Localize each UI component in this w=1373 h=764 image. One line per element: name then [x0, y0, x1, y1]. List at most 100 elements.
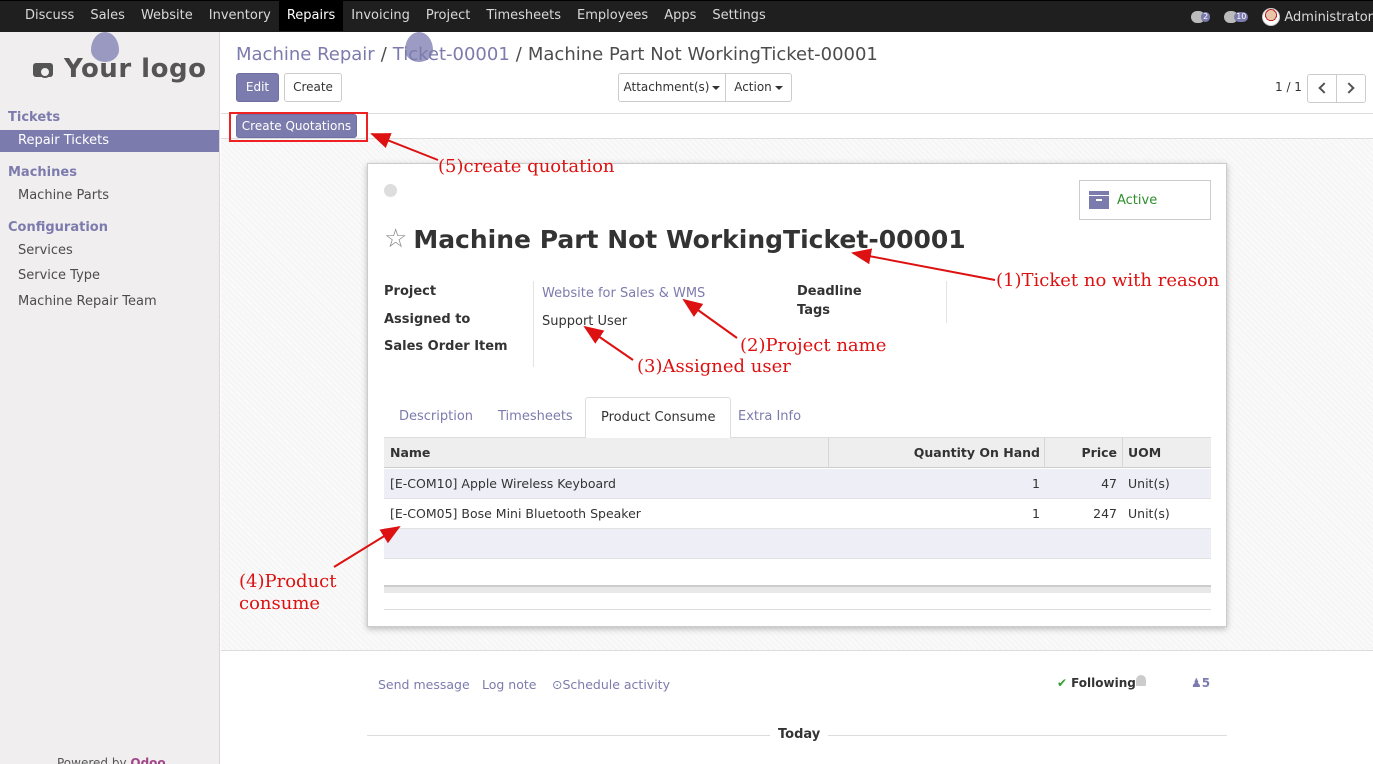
- project-label: Project: [384, 284, 437, 299]
- activity-badge: 2: [1201, 12, 1211, 22]
- star-icon[interactable]: ☆: [384, 224, 407, 254]
- chevron-down-icon: [712, 85, 721, 90]
- following-button[interactable]: ✔ Following: [1057, 676, 1136, 690]
- powered-by-text: Powered by: [57, 756, 127, 764]
- sidebar-item-repair-tickets[interactable]: Repair Tickets: [0, 130, 219, 152]
- bell-icon[interactable]: [1136, 675, 1146, 686]
- annotation-assigned-user: (3)Assigned user: [637, 356, 791, 377]
- powered-by: Powered by Odoo: [57, 756, 166, 764]
- project-field[interactable]: Website for Sales & WMS: [542, 286, 705, 301]
- message-badge: 10: [1234, 12, 1249, 22]
- assigned-to-field[interactable]: Support User: [542, 314, 627, 329]
- kanban-state-icon[interactable]: [384, 184, 397, 197]
- user-avatar[interactable]: [1262, 8, 1281, 26]
- tab-extra-info[interactable]: Extra Info: [723, 397, 816, 438]
- breadcrumb-current: Machine Part Not WorkingTicket-00001: [527, 44, 878, 65]
- column-price[interactable]: Price: [1082, 438, 1118, 468]
- sheet-divider: [384, 609, 1211, 610]
- check-icon: ✔: [1057, 676, 1068, 690]
- column-quantity-on-hand[interactable]: Quantity On Hand: [914, 438, 1040, 468]
- menu-project[interactable]: Project: [418, 1, 478, 31]
- cell-uom: Unit(s): [1128, 476, 1170, 491]
- ticket-name: Machine Part Not WorkingTicket-00001: [413, 224, 966, 254]
- tags-label: Tags: [797, 303, 831, 318]
- chatter-divider: [221, 650, 1373, 651]
- column-uom[interactable]: UOM: [1128, 438, 1161, 468]
- sidebar-item-machine-repair-team[interactable]: Machine Repair Team: [0, 291, 219, 313]
- menu-inventory[interactable]: Inventory: [201, 1, 279, 31]
- column-divider: [1044, 438, 1045, 468]
- followers-count: 5: [1201, 676, 1211, 690]
- user-menu[interactable]: Administrator: [1284, 10, 1373, 25]
- menu-website[interactable]: Website: [133, 1, 201, 31]
- highlight-box: [229, 112, 368, 142]
- active-toggle-button[interactable]: Active: [1079, 180, 1211, 220]
- log-note-button[interactable]: Log note: [482, 677, 536, 692]
- record-title: ☆ Machine Part Not WorkingTicket-00001: [384, 224, 966, 254]
- company-logo[interactable]: Your logo: [30, 54, 206, 84]
- archive-icon: [1089, 191, 1109, 209]
- action-label: Action: [734, 80, 772, 94]
- menu-sales[interactable]: Sales: [82, 1, 133, 31]
- sidebar-item-machine-parts[interactable]: Machine Parts: [0, 185, 219, 207]
- tab-description[interactable]: Description: [384, 397, 488, 438]
- cell-name: [E-COM10] Apple Wireless Keyboard: [390, 476, 616, 491]
- pager-previous-button[interactable]: [1307, 74, 1337, 103]
- active-label: Active: [1117, 193, 1158, 208]
- schedule-activity-button[interactable]: ⊙Schedule activity: [552, 677, 670, 692]
- cell-quantity: 1: [1032, 506, 1040, 521]
- cell-quantity: 1: [1032, 476, 1040, 491]
- schedule-activity-label: Schedule activity: [562, 677, 670, 692]
- menu-repairs[interactable]: Repairs: [278, 1, 344, 31]
- table-row[interactable]: [E-COM05] Bose Mini Bluetooth Speaker 1 …: [384, 499, 1211, 529]
- attachments-dropdown[interactable]: Attachment(s): [618, 73, 726, 102]
- systray: 2 10 Administrator: [1191, 1, 1373, 33]
- tab-timesheets[interactable]: Timesheets: [483, 397, 588, 438]
- deadline-label: Deadline: [797, 284, 862, 299]
- create-button[interactable]: Create: [284, 73, 342, 102]
- menu-employees[interactable]: Employees: [569, 1, 656, 31]
- send-message-button[interactable]: Send message: [378, 677, 470, 692]
- column-name[interactable]: Name: [390, 438, 430, 468]
- menu-settings[interactable]: Settings: [704, 1, 773, 31]
- form-sheet: Active ☆ Machine Part Not WorkingTicket-…: [367, 163, 1227, 627]
- top-navbar: Discuss Sales Website Inventory Repairs …: [0, 0, 1373, 32]
- edit-button[interactable]: Edit: [236, 73, 279, 102]
- pager-next-button[interactable]: [1336, 74, 1366, 103]
- date-label: Today: [770, 727, 829, 742]
- menu-invoicing[interactable]: Invoicing: [343, 1, 418, 31]
- action-dropdown[interactable]: Action: [725, 73, 792, 102]
- annotation-project-name: (2)Project name: [740, 335, 887, 356]
- menu-timesheets[interactable]: Timesheets: [478, 1, 569, 31]
- chevron-left-icon: [1318, 82, 1330, 94]
- sidebar-item-service-type[interactable]: Service Type: [0, 265, 219, 287]
- sidebar-section-machines: Machines: [8, 165, 77, 180]
- annotation-product-consume: (4)Product consume: [239, 571, 336, 615]
- activity-menu[interactable]: 2: [1191, 11, 1211, 23]
- field-divider: [533, 281, 534, 367]
- breadcrumb-machine-repair[interactable]: Machine Repair: [236, 44, 375, 65]
- column-divider: [1122, 438, 1123, 468]
- tab-product-consume[interactable]: Product Consume: [585, 397, 732, 439]
- column-divider: [828, 438, 829, 468]
- menu-discuss[interactable]: Discuss: [17, 1, 82, 31]
- sidebar-item-services[interactable]: Services: [0, 240, 219, 262]
- cell-price: 247: [1093, 506, 1117, 521]
- app-menu: Discuss Sales Website Inventory Repairs …: [17, 1, 774, 33]
- notebook-tabs: Description Timesheets Product Consume E…: [384, 397, 1211, 439]
- cell-uom: Unit(s): [1128, 506, 1170, 521]
- pager-value[interactable]: 1 / 1: [1275, 80, 1302, 94]
- cell-price: 47: [1101, 476, 1117, 491]
- drop-marker-icon: [91, 32, 119, 62]
- menu-apps[interactable]: Apps: [656, 1, 704, 31]
- annotation-line: consume: [239, 593, 321, 614]
- user-icon: ♟: [1191, 676, 1202, 690]
- camera-icon: [30, 59, 56, 79]
- followers-button[interactable]: ♟5: [1191, 676, 1210, 690]
- messaging-menu[interactable]: 10: [1224, 11, 1249, 23]
- odoo-link[interactable]: Odoo: [130, 756, 165, 764]
- annotation-ticket-no: (1)Ticket no with reason: [996, 270, 1220, 291]
- sidebar-section-configuration: Configuration: [8, 220, 108, 235]
- table-row[interactable]: [E-COM10] Apple Wireless Keyboard 1 47 U…: [384, 469, 1211, 499]
- breadcrumb-ticket[interactable]: Ticket-00001: [393, 44, 510, 65]
